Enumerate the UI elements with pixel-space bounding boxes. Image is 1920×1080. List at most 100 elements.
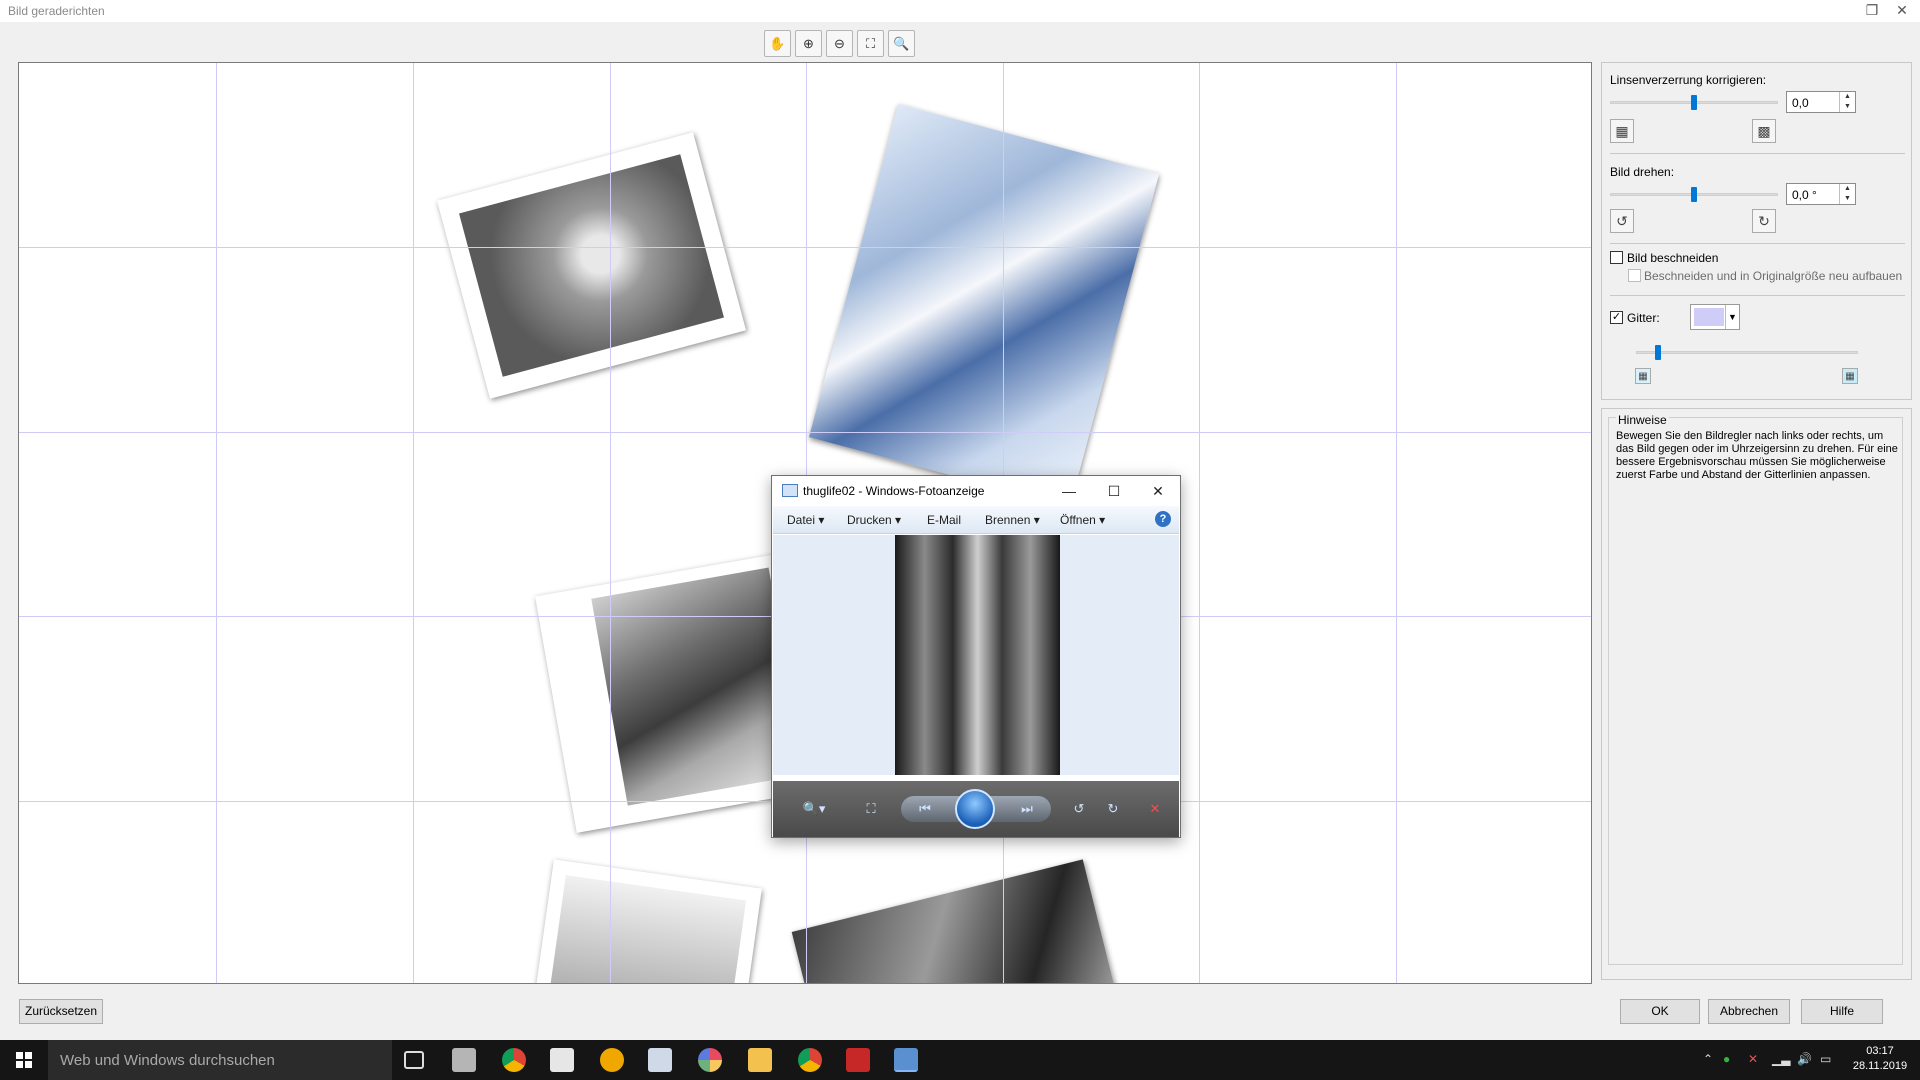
app-icon[interactable] (600, 1048, 624, 1072)
photo-viewer-image-area (773, 535, 1179, 775)
grid-checkbox[interactable]: ✓ (1610, 311, 1623, 324)
rotate-value: 0,0 ° (1792, 188, 1817, 202)
chrome-icon[interactable] (502, 1048, 526, 1072)
help-icon[interactable]: ? (1155, 511, 1171, 527)
actual-size-icon[interactable]: 🔍 (888, 30, 915, 57)
menu-brennen[interactable]: Brennen ▾ (985, 513, 1040, 527)
photo-viewer-window[interactable]: thuglife02 - Windows-Fotoanzeige — ☐ ✕ D… (771, 475, 1181, 838)
rotate-right-icon[interactable]: ↻ (1752, 209, 1776, 233)
restore-icon[interactable]: ❐ (1858, 0, 1886, 22)
store-icon[interactable] (550, 1048, 574, 1072)
minimize-icon[interactable]: — (1049, 479, 1089, 503)
notification-icon[interactable]: ▭ (1820, 1052, 1831, 1066)
photo-viewer-menubar: Datei ▾ Drucken ▾ E-Mail Brennen ▾ Öffne… (773, 506, 1179, 534)
separator (1610, 295, 1905, 296)
menu-drucken[interactable]: Drucken ▾ (847, 513, 901, 527)
app-icon[interactable] (648, 1048, 672, 1072)
lens-distortion-spinbox[interactable]: 0,0 ▲ ▼ (1786, 91, 1856, 113)
help-button[interactable]: Hilfe (1801, 999, 1883, 1024)
hints-frame (1608, 417, 1903, 965)
photo-viewer-titlebar[interactable]: thuglife02 - Windows-Fotoanzeige — ☐ ✕ (772, 476, 1180, 506)
crop-rebuild-checkbox[interactable] (1628, 269, 1641, 282)
taskbar-clock[interactable]: 03:17 28.11.2019 (1848, 1044, 1912, 1074)
settings-panel: Linsenverzerrung korrigieren: 0,0 ▲ ▼ ▦ ▩… (1601, 62, 1912, 400)
rotate-slider-thumb[interactable] (1691, 187, 1697, 202)
grid-label: Gitter: (1627, 311, 1660, 325)
menu-oeffnen[interactable]: Öffnen ▾ (1060, 513, 1105, 527)
grid-line (1199, 63, 1200, 983)
actual-size-icon[interactable]: ⛶ (859, 797, 883, 821)
tray-chevron-icon[interactable]: ⌃ (1703, 1052, 1713, 1066)
rotate-left-icon[interactable]: ↺ (1067, 797, 1091, 821)
close-icon[interactable]: ✕ (1138, 479, 1178, 503)
grid-color-picker[interactable]: ▼ (1690, 304, 1740, 330)
grid-line (19, 432, 1591, 433)
window-title: Bild geraderichten (8, 4, 105, 18)
separator (1610, 153, 1905, 154)
volume-icon[interactable]: 🔊 (1797, 1052, 1812, 1066)
picasa-icon[interactable] (698, 1048, 722, 1072)
lens-distortion-label: Linsenverzerrung korrigieren: (1610, 73, 1767, 87)
hints-panel: Hinweise Bewegen Sie den Bildregler nach… (1601, 408, 1912, 980)
grid-color-swatch (1694, 308, 1724, 326)
chrome-icon[interactable] (798, 1048, 822, 1072)
file-explorer-icon[interactable] (748, 1048, 772, 1072)
spin-arrows-icon[interactable]: ▲ ▼ (1839, 92, 1855, 112)
photo-viewer-title: thuglife02 - Windows-Fotoanzeige (803, 484, 985, 498)
title-bar: Bild geraderichten ❐ ✕ (0, 0, 1920, 22)
photo-bottom-middle (791, 859, 1127, 983)
clock-date: 28.11.2019 (1852, 1060, 1908, 1072)
photo-bottom-left (526, 859, 762, 983)
grid-dense-icon: ▦ (1635, 368, 1651, 384)
security-icon[interactable]: ● (1723, 1052, 1730, 1066)
signal-icon[interactable]: ▁▃ (1772, 1052, 1790, 1066)
cancel-button[interactable]: Abbrechen (1708, 999, 1790, 1024)
previous-icon[interactable]: ⏮ (913, 797, 937, 821)
hand-icon[interactable]: ✋ (764, 30, 791, 57)
view-toolbar: ✋ ⊕ ⊖ ⛶ 🔍 (764, 30, 915, 58)
taskbar-search-placeholder: Web und Windows durchsuchen (60, 1052, 275, 1069)
rotate-spinbox[interactable]: 0,0 ° ▲ ▼ (1786, 183, 1856, 205)
grid-line (610, 63, 611, 983)
rotate-label: Bild drehen: (1610, 165, 1675, 179)
hints-text: Bewegen Sie den Bildregler nach links od… (1616, 430, 1898, 481)
rotate-right-icon[interactable]: ↻ (1101, 797, 1125, 821)
lens-distortion-value: 0,0 (1792, 96, 1809, 110)
lens-distortion-slider-thumb[interactable] (1691, 95, 1697, 110)
barrel-grid-icon: ▦ (1610, 119, 1634, 143)
grid-line (216, 63, 217, 983)
next-icon[interactable]: ⏭ (1015, 797, 1039, 821)
pincushion-grid-icon: ▩ (1752, 119, 1776, 143)
spin-arrows-icon[interactable]: ▲ ▼ (1839, 184, 1855, 204)
menu-datei[interactable]: Datei ▾ (787, 513, 824, 527)
grid-spacing-slider[interactable] (1636, 351, 1858, 354)
photo-viewer-taskbar-icon[interactable] (894, 1048, 918, 1072)
close-icon[interactable]: ✕ (1888, 0, 1916, 22)
task-view-icon[interactable] (404, 1051, 424, 1069)
zoom-out-icon[interactable]: ⊖ (826, 30, 853, 57)
network-warning-icon[interactable]: ✕ (1748, 1052, 1758, 1066)
photo-rose (436, 132, 747, 399)
menu-email[interactable]: E-Mail (927, 513, 961, 527)
crop-checkbox[interactable] (1610, 251, 1623, 264)
reset-button[interactable]: Zurücksetzen (19, 999, 103, 1024)
delete-icon[interactable]: ✕ (1143, 797, 1167, 821)
app-icon[interactable] (846, 1048, 870, 1072)
rotate-left-icon[interactable]: ↺ (1610, 209, 1634, 233)
zoom-icon[interactable]: 🔍▾ (797, 797, 831, 821)
ok-button[interactable]: OK (1620, 999, 1700, 1024)
grid-spacing-slider-thumb[interactable] (1655, 345, 1662, 360)
taskbar-search[interactable]: Web und Windows durchsuchen (48, 1040, 392, 1080)
fit-to-window-icon[interactable]: ⛶ (857, 30, 884, 57)
photo-viewer-image (895, 535, 1060, 775)
maximize-icon[interactable]: ☐ (1094, 479, 1134, 503)
slideshow-icon[interactable] (955, 789, 995, 829)
grid-line (19, 247, 1591, 248)
photo-viewer-controls: 🔍▾ ⛶ ⏮ ⏭ ↺ ↻ ✕ (773, 781, 1179, 837)
zoom-in-icon[interactable]: ⊕ (795, 30, 822, 57)
chevron-down-icon[interactable]: ▼ (1725, 305, 1739, 329)
hints-title: Hinweise (1616, 413, 1669, 427)
grid-wide-icon: ▦ (1842, 368, 1858, 384)
app-icon[interactable] (452, 1048, 476, 1072)
windows-start-icon[interactable] (0, 1040, 48, 1080)
